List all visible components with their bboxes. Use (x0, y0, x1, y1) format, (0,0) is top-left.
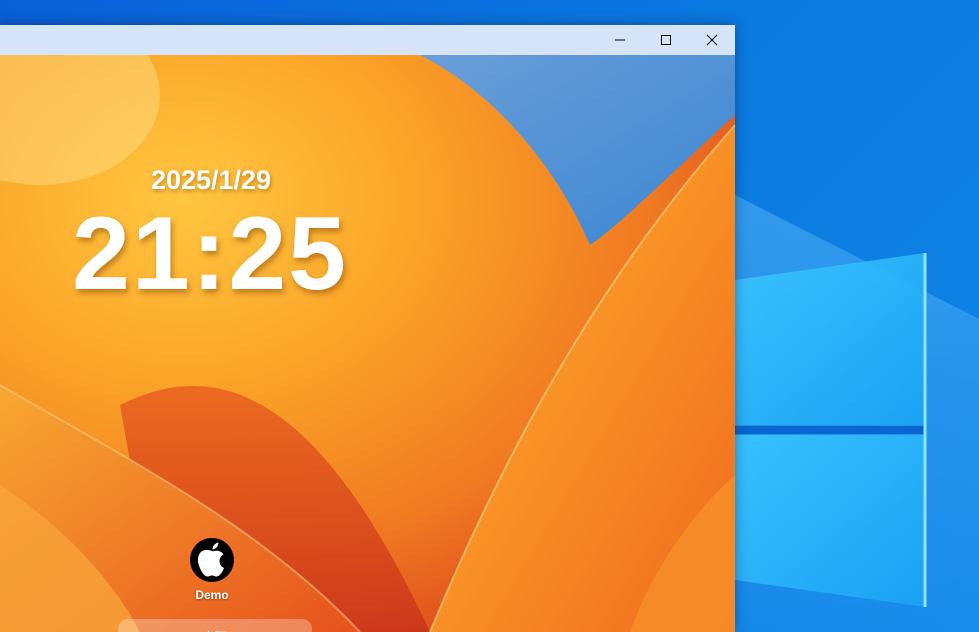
minimize-icon (615, 39, 625, 41)
lock-time: 21:25 (72, 196, 348, 312)
maximize-button[interactable] (643, 25, 689, 55)
title-bar[interactable] (0, 25, 735, 55)
maximize-icon (661, 35, 671, 45)
minimize-button[interactable] (597, 25, 643, 55)
close-icon (706, 34, 718, 46)
app-window: 2025/1/29 21:25 Demo (0, 25, 735, 632)
close-button[interactable] (689, 25, 735, 55)
lock-screen: 2025/1/29 21:25 Demo (0, 55, 735, 632)
lock-date: 2025/1/29 (150, 165, 272, 195)
wallpaper (0, 55, 735, 632)
password-input[interactable] (118, 619, 312, 632)
apple-logo-icon (197, 542, 224, 577)
user-avatar[interactable] (190, 538, 234, 582)
user-name: Demo (195, 588, 229, 602)
windows-logo (735, 253, 927, 607)
